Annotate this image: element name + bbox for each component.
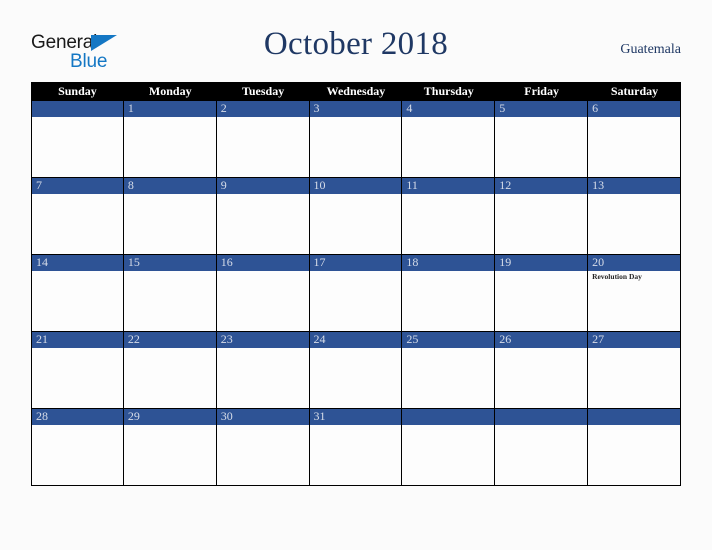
day-band	[216, 178, 309, 194]
day-band	[402, 101, 495, 117]
calendar-week-row: 7 8 9 10 11 12 13	[31, 178, 681, 255]
calendar-day-19[interactable]: 19	[495, 255, 589, 332]
calendar-day-23[interactable]: 23	[216, 332, 310, 409]
calendar-day-2[interactable]: 2	[216, 101, 310, 178]
weekday-header-saturday: Saturday	[610, 84, 659, 98]
day-band	[32, 101, 123, 117]
day-number: 31	[313, 409, 326, 423]
weekday-header-wednesday: Wednesday	[326, 84, 386, 98]
day-number: 30	[220, 409, 233, 423]
day-number: 3	[313, 101, 320, 115]
calendar-day-31[interactable]: 31	[309, 409, 403, 486]
day-number: 7	[36, 178, 42, 192]
day-band	[495, 101, 588, 117]
calendar-week-row: 14 15 16 17 18 19 20 Revolution Day	[31, 255, 681, 332]
day-number: 8	[127, 178, 134, 192]
day-number: 11	[406, 178, 418, 192]
calendar-day-30[interactable]: 30	[216, 409, 310, 486]
weekday-header-friday: Friday	[524, 84, 559, 98]
day-number: 14	[36, 255, 48, 269]
day-number: 28	[36, 409, 48, 423]
calendar-day-12[interactable]: 12	[495, 178, 589, 255]
calendar-day-28[interactable]: 28	[31, 409, 124, 486]
day-number: 10	[313, 178, 326, 192]
day-number: 4	[406, 101, 413, 115]
calendar-day-1[interactable]: 1	[123, 101, 217, 178]
weekday-header-tuesday: Tuesday	[241, 84, 285, 98]
weekday-header-sunday: Sunday	[58, 84, 97, 98]
calendar-weeks: 1 2 3 4 5 6 7 8 9 10 11 12 13 14 15 16 17 18 19 20 Revolutio…	[31, 101, 681, 486]
day-number: 20	[592, 255, 605, 269]
day-band	[588, 409, 680, 425]
calendar-week-row: 28 29 30 31	[31, 409, 681, 486]
day-band	[216, 101, 309, 117]
day-number: 1	[127, 101, 134, 115]
calendar-day-6[interactable]: 6	[588, 101, 681, 178]
day-number: 25	[406, 332, 419, 346]
day-number: 13	[592, 178, 605, 192]
day-band	[588, 101, 680, 117]
day-number: 6	[592, 101, 599, 115]
calendar-day-26[interactable]: 26	[495, 332, 589, 409]
day-number: 16	[220, 255, 233, 269]
calendar-week-row: 21 22 23 24 25 26 27	[31, 332, 681, 409]
weekday-header-monday: Monday	[148, 84, 192, 98]
calendar-day-empty[interactable]	[495, 409, 589, 486]
calendar-grid: Sunday Monday Tuesday Wednesday Thursday Frid…	[31, 82, 681, 486]
day-number: 19	[499, 255, 512, 269]
day-number: 24	[313, 332, 326, 346]
calendar-day-20[interactable]: 20 Revolution Day	[588, 255, 681, 332]
calendar-day-13[interactable]: 13	[588, 178, 681, 255]
calendar-day-21[interactable]: 21	[31, 332, 124, 409]
day-number: 27	[592, 332, 605, 346]
calendar-day-empty[interactable]	[31, 101, 124, 178]
calendar-day-24[interactable]: 24	[309, 332, 403, 409]
page-title: October 2018	[263, 26, 449, 62]
day-number: 9	[220, 178, 227, 192]
weekday-header-row: Sunday Monday Tuesday Wednesday Thursday Frid…	[31, 82, 681, 101]
calendar-day-16[interactable]: 16	[216, 255, 310, 332]
day-band	[495, 409, 588, 425]
page-header: General Blue October 2018 Guatemala	[0, 0, 712, 82]
calendar-day-4[interactable]: 4	[402, 101, 496, 178]
calendar-day-15[interactable]: 15	[123, 255, 217, 332]
day-number: 23	[220, 332, 233, 346]
day-number: 29	[127, 409, 140, 423]
calendar-day-14[interactable]: 14	[31, 255, 124, 332]
country-label: Guatemala	[620, 42, 681, 57]
calendar-day-17[interactable]: 17	[309, 255, 403, 332]
calendar-day-29[interactable]: 29	[123, 409, 217, 486]
day-number: 22	[127, 332, 140, 346]
day-band	[32, 178, 123, 194]
calendar-day-25[interactable]: 25	[402, 332, 496, 409]
weekday-header-thursday: Thursday	[423, 84, 474, 98]
day-number: 15	[127, 255, 140, 269]
calendar-day-empty[interactable]	[402, 409, 496, 486]
day-band	[309, 101, 402, 117]
day-number: 21	[36, 332, 48, 346]
day-band	[402, 409, 495, 425]
day-number: 5	[499, 101, 506, 115]
calendar-day-8[interactable]: 8	[123, 178, 217, 255]
calendar-day-11[interactable]: 11	[402, 178, 496, 255]
day-number: 17	[313, 255, 326, 269]
holiday-label: Revolution Day	[592, 272, 642, 281]
calendar-week-row: 1 2 3 4 5 6	[31, 101, 681, 178]
calendar-day-empty[interactable]	[588, 409, 681, 486]
calendar-day-9[interactable]: 9	[216, 178, 310, 255]
calendar-day-3[interactable]: 3	[309, 101, 403, 178]
calendar-day-18[interactable]: 18	[402, 255, 496, 332]
calendar-day-27[interactable]: 27	[588, 332, 681, 409]
day-band	[123, 178, 216, 194]
day-number: 26	[499, 332, 512, 346]
day-number: 18	[406, 255, 419, 269]
calendar-day-10[interactable]: 10	[309, 178, 403, 255]
day-number: 2	[220, 101, 227, 115]
calendar-day-22[interactable]: 22	[123, 332, 217, 409]
day-number: 12	[499, 178, 512, 192]
day-band	[123, 101, 216, 117]
calendar-day-5[interactable]: 5	[495, 101, 589, 178]
calendar-day-7[interactable]: 7	[31, 178, 124, 255]
